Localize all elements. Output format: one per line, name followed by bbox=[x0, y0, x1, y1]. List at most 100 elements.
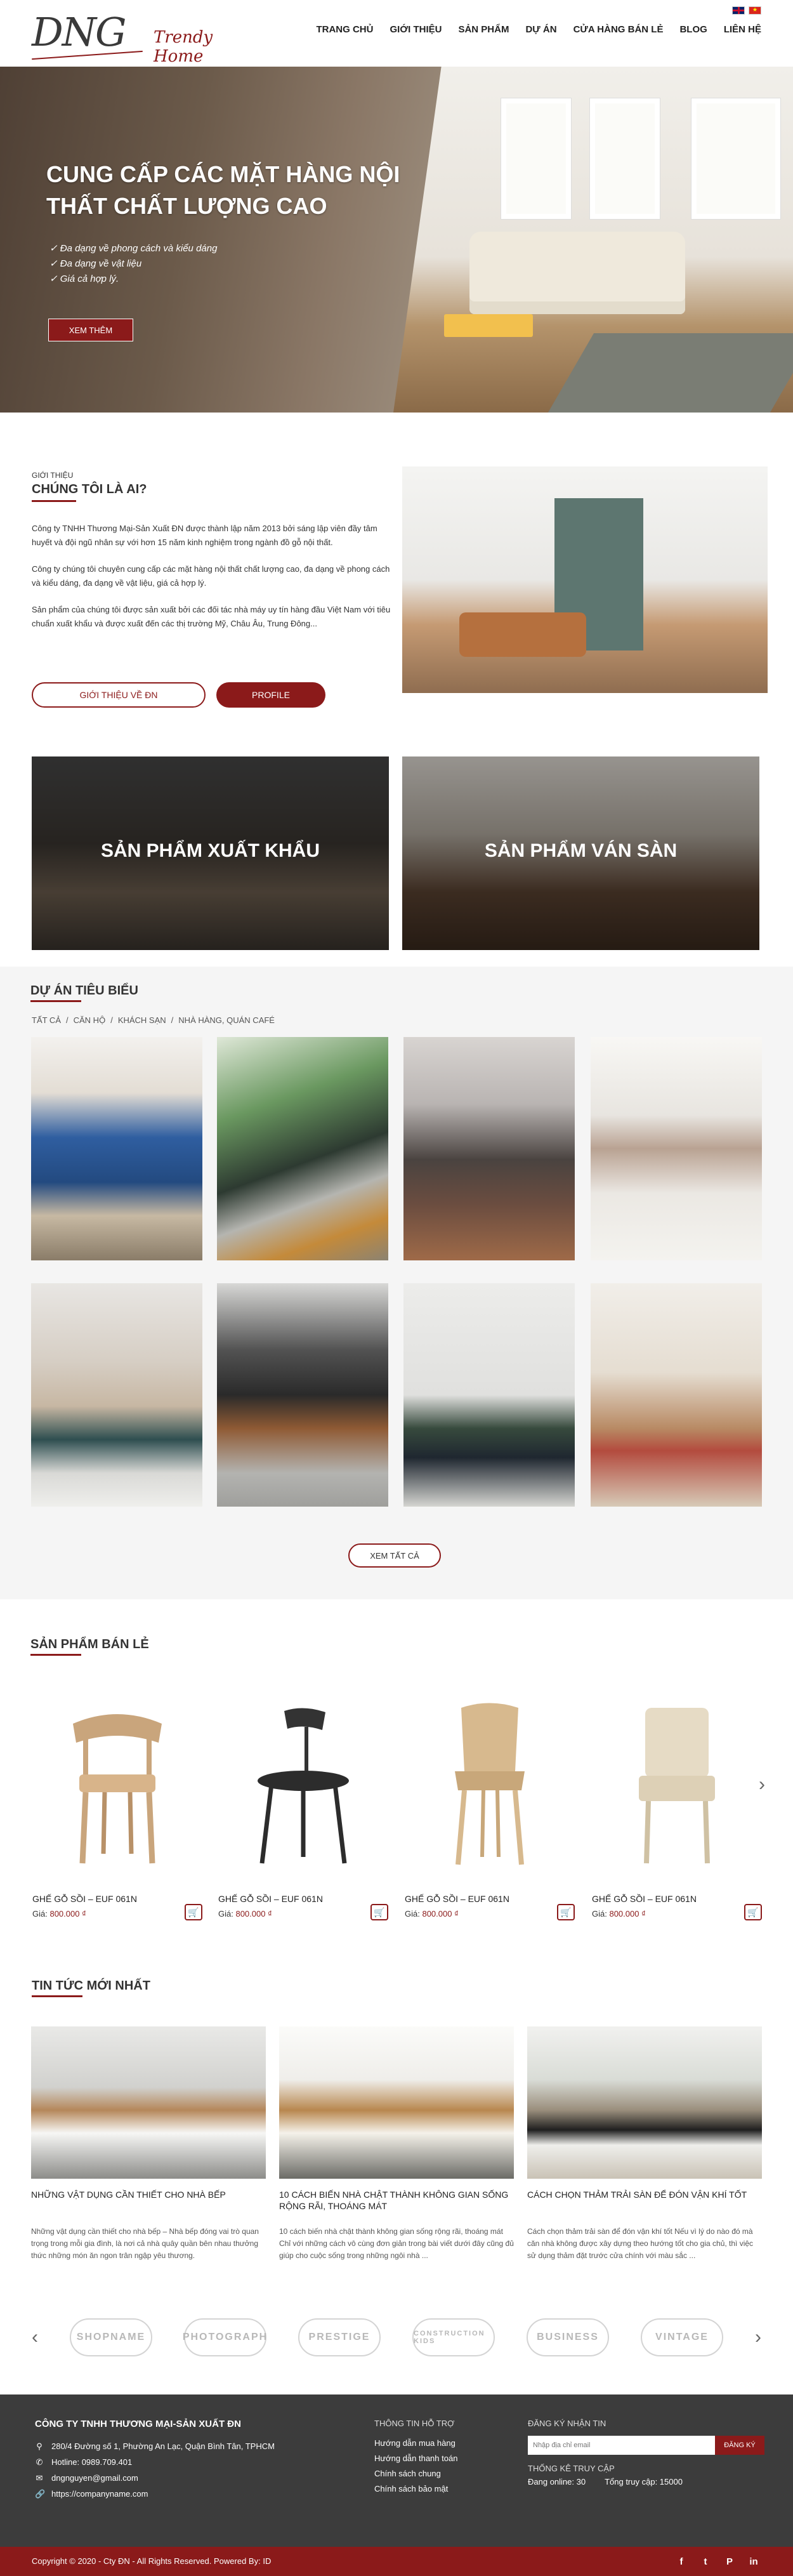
price-label: Giá: bbox=[32, 1909, 48, 1919]
filter-all[interactable]: TẤT CẢ bbox=[32, 1015, 61, 1025]
news-card[interactable]: CÁCH CHỌN THẢM TRẢI SÀN ĐỂ ĐÓN VẬN KHÍ T… bbox=[527, 2026, 762, 2262]
view-all-projects-button[interactable]: XEM TẤT CẢ bbox=[348, 1543, 441, 1568]
visitor-stats: Đang online: 30 Tổng truy cập: 15000 bbox=[528, 2477, 769, 2487]
news-title: TIN TỨC MỚI NHẤT bbox=[32, 1979, 150, 1993]
hero-title: CUNG CẤP CÁC MẶT HÀNG NỘI THẤT CHẤT LƯỢN… bbox=[46, 161, 400, 219]
chevron-right-icon[interactable]: › bbox=[755, 2327, 761, 2348]
category-flooring-products[interactable]: SẢN PHẨM VÁN SÀN bbox=[402, 756, 759, 950]
news-card[interactable]: NHỮNG VẬT DỤNG CẦN THIẾT CHO NHÀ BẾP Nhữ… bbox=[31, 2026, 266, 2262]
website-link[interactable]: https://companyname.com bbox=[51, 2486, 148, 2502]
filter-separator: / bbox=[171, 1015, 174, 1025]
price-label: Giá: bbox=[218, 1909, 233, 1919]
pinterest-icon[interactable]: P bbox=[722, 2554, 737, 2569]
project-image[interactable] bbox=[31, 1283, 202, 1507]
product-name[interactable]: GHẾ GỖ SỒI – EUF 061N bbox=[32, 1894, 137, 1904]
partner-logo[interactable]: PHOTOGRAPH bbox=[183, 2318, 266, 2356]
news-headline[interactable]: NHỮNG VẬT DỤNG CẦN THIẾT CHO NHÀ BẾP bbox=[31, 2189, 266, 2222]
total-visits: Tổng truy cập: 15000 bbox=[605, 2477, 683, 2487]
product-image bbox=[73, 1714, 162, 1864]
hero-feature: Đa dạng về vật liệu bbox=[49, 256, 217, 272]
page: DNG Trendy Home TRANG CHỦ GIỚI THIỆU SẢN… bbox=[0, 0, 793, 2576]
project-image[interactable] bbox=[217, 1283, 388, 1507]
about-eyebrow: GIỚI THIỆU bbox=[32, 471, 74, 480]
partner-logo[interactable]: CONSTRUCTION KIDS bbox=[412, 2318, 495, 2356]
about-company-button[interactable]: GIỚI THIỆU VỀ ĐN bbox=[32, 682, 206, 708]
site-header: DNG Trendy Home TRANG CHỦ GIỚI THIỆU SẢN… bbox=[0, 0, 793, 67]
hero-window bbox=[501, 98, 571, 219]
footer-email: ✉ dngnguyen@gmail.com bbox=[35, 2470, 339, 2486]
nav-home[interactable]: TRANG CHỦ bbox=[316, 24, 373, 35]
title-underline bbox=[30, 1654, 81, 1656]
product-image bbox=[639, 1708, 715, 1864]
category-export-products[interactable]: SẢN PHẨM XUẤT KHẨU bbox=[32, 756, 389, 950]
footer-link[interactable]: Hướng dẫn thanh toán bbox=[374, 2451, 514, 2466]
newsletter-email-input[interactable] bbox=[528, 2436, 715, 2455]
vietnam-flag-icon[interactable] bbox=[749, 6, 761, 15]
price-label: Giá: bbox=[405, 1909, 420, 1919]
partner-logo[interactable]: PRESTIGE bbox=[298, 2318, 381, 2356]
product-card[interactable]: GHẾ GỖ SỒI – EUF 061N Giá: 800.000 ₫ 🛒 bbox=[31, 1679, 204, 1933]
news-headline[interactable]: CÁCH CHỌN THẢM TRẢI SÀN ĐỂ ĐÓN VẬN KHÍ T… bbox=[527, 2189, 762, 2222]
project-image[interactable] bbox=[31, 1037, 202, 1260]
partner-logo[interactable]: BUSINESS bbox=[527, 2318, 609, 2356]
hero-sofa bbox=[469, 232, 685, 314]
chevron-right-icon[interactable]: › bbox=[759, 1774, 765, 1795]
product-price: Giá: 800.000 ₫ bbox=[405, 1909, 459, 1919]
email-text[interactable]: dngnguyen@gmail.com bbox=[51, 2470, 138, 2486]
hotline-text[interactable]: Hotline: 0989.709.401 bbox=[51, 2454, 132, 2470]
add-to-cart-icon[interactable]: 🛒 bbox=[370, 1904, 388, 1920]
partner-logo[interactable]: VINTAGE bbox=[641, 2318, 723, 2356]
add-to-cart-icon[interactable]: 🛒 bbox=[185, 1904, 202, 1920]
nav-contact[interactable]: LIÊN HỆ bbox=[724, 24, 761, 35]
project-image[interactable] bbox=[403, 1037, 575, 1260]
news-excerpt: 10 cách biến nhà chật thành không gian s… bbox=[279, 2227, 514, 2260]
nav-about[interactable]: GIỚI THIỆU bbox=[390, 24, 442, 35]
hero-window bbox=[590, 98, 660, 219]
filter-apartment[interactable]: CĂN HỘ bbox=[74, 1015, 106, 1025]
product-name[interactable]: GHẾ GỖ SỒI – EUF 061N bbox=[218, 1894, 323, 1904]
profile-button[interactable]: PROFILE bbox=[216, 682, 325, 708]
logo-tagline: Trendy Home bbox=[154, 28, 213, 66]
footer-newsletter: ĐĂNG KÝ NHẬN TIN ĐĂNG KÝ THỐNG KÊ TRUY C… bbox=[528, 2419, 769, 2487]
nav-blog[interactable]: BLOG bbox=[679, 24, 707, 35]
chevron-left-icon[interactable]: ‹ bbox=[32, 2327, 38, 2348]
product-name[interactable]: GHẾ GỖ SỒI – EUF 061N bbox=[592, 1894, 697, 1904]
address-text: 280/4 Đường số 1, Phường An Lạc, Quận Bì… bbox=[51, 2441, 275, 2451]
project-image[interactable] bbox=[591, 1283, 762, 1507]
logo[interactable]: DNG Trendy Home bbox=[32, 9, 222, 66]
filter-restaurant[interactable]: NHÀ HÀNG, QUÁN CAFÉ bbox=[178, 1015, 275, 1025]
about-paragraph: Công ty chúng tôi chuyên cung cấp các mặ… bbox=[32, 564, 390, 588]
partner-logo[interactable]: SHOPNAME bbox=[70, 2318, 152, 2356]
nav-products[interactable]: SẢN PHẨM bbox=[458, 24, 509, 35]
project-image[interactable] bbox=[591, 1037, 762, 1260]
project-image[interactable] bbox=[217, 1037, 388, 1260]
footer-link[interactable]: Chính sách chung bbox=[374, 2466, 514, 2481]
news-headline[interactable]: 10 CÁCH BIẾN NHÀ CHẬT THÀNH KHÔNG GIAN S… bbox=[279, 2189, 514, 2222]
product-card[interactable]: GHẾ GỖ SỒI – EUF 061N Giá: 800.000 ₫ 🛒 bbox=[403, 1679, 576, 1933]
project-image[interactable] bbox=[403, 1283, 575, 1507]
news-image[interactable] bbox=[527, 2026, 762, 2179]
newsletter-subscribe-button[interactable]: ĐĂNG KÝ bbox=[715, 2436, 764, 2455]
add-to-cart-icon[interactable]: 🛒 bbox=[744, 1904, 762, 1920]
nav-retail-stores[interactable]: CỬA HÀNG BÁN LẺ bbox=[573, 24, 664, 35]
nav-projects[interactable]: DỰ ÁN bbox=[525, 24, 556, 35]
english-flag-icon[interactable] bbox=[732, 6, 745, 15]
footer-company-name: CÔNG TY TNHH THƯƠNG MẠI-SẢN XUẤT ĐN bbox=[35, 2419, 241, 2429]
news-image[interactable] bbox=[31, 2026, 266, 2179]
product-card[interactable]: GHẾ GỖ SỒI – EUF 061N Giá: 800.000 ₫ 🛒 bbox=[591, 1679, 763, 1933]
title-underline bbox=[32, 500, 76, 502]
news-card[interactable]: 10 CÁCH BIẾN NHÀ CHẬT THÀNH KHÔNG GIAN S… bbox=[279, 2026, 514, 2262]
product-name[interactable]: GHẾ GỖ SỒI – EUF 061N bbox=[405, 1894, 509, 1904]
twitter-icon[interactable]: t bbox=[698, 2554, 713, 2569]
footer-support-title: THÔNG TIN HỖ TRỢ bbox=[374, 2419, 455, 2428]
footer-link[interactable]: Chính sách bảo mật bbox=[374, 2481, 514, 2497]
filter-hotel[interactable]: KHÁCH SẠN bbox=[118, 1015, 166, 1025]
linkedin-icon[interactable]: in bbox=[746, 2554, 761, 2569]
footer-link[interactable]: Hướng dẫn mua hàng bbox=[374, 2436, 514, 2451]
news-image[interactable] bbox=[279, 2026, 514, 2179]
logo-mark: DNG bbox=[32, 9, 126, 55]
product-card[interactable]: GHẾ GỖ SỒI – EUF 061N Giá: 800.000 ₫ 🛒 bbox=[217, 1679, 390, 1933]
add-to-cart-icon[interactable]: 🛒 bbox=[557, 1904, 575, 1920]
hero-view-more-button[interactable]: XEM THÊM bbox=[48, 319, 133, 341]
facebook-icon[interactable]: f bbox=[674, 2554, 689, 2569]
